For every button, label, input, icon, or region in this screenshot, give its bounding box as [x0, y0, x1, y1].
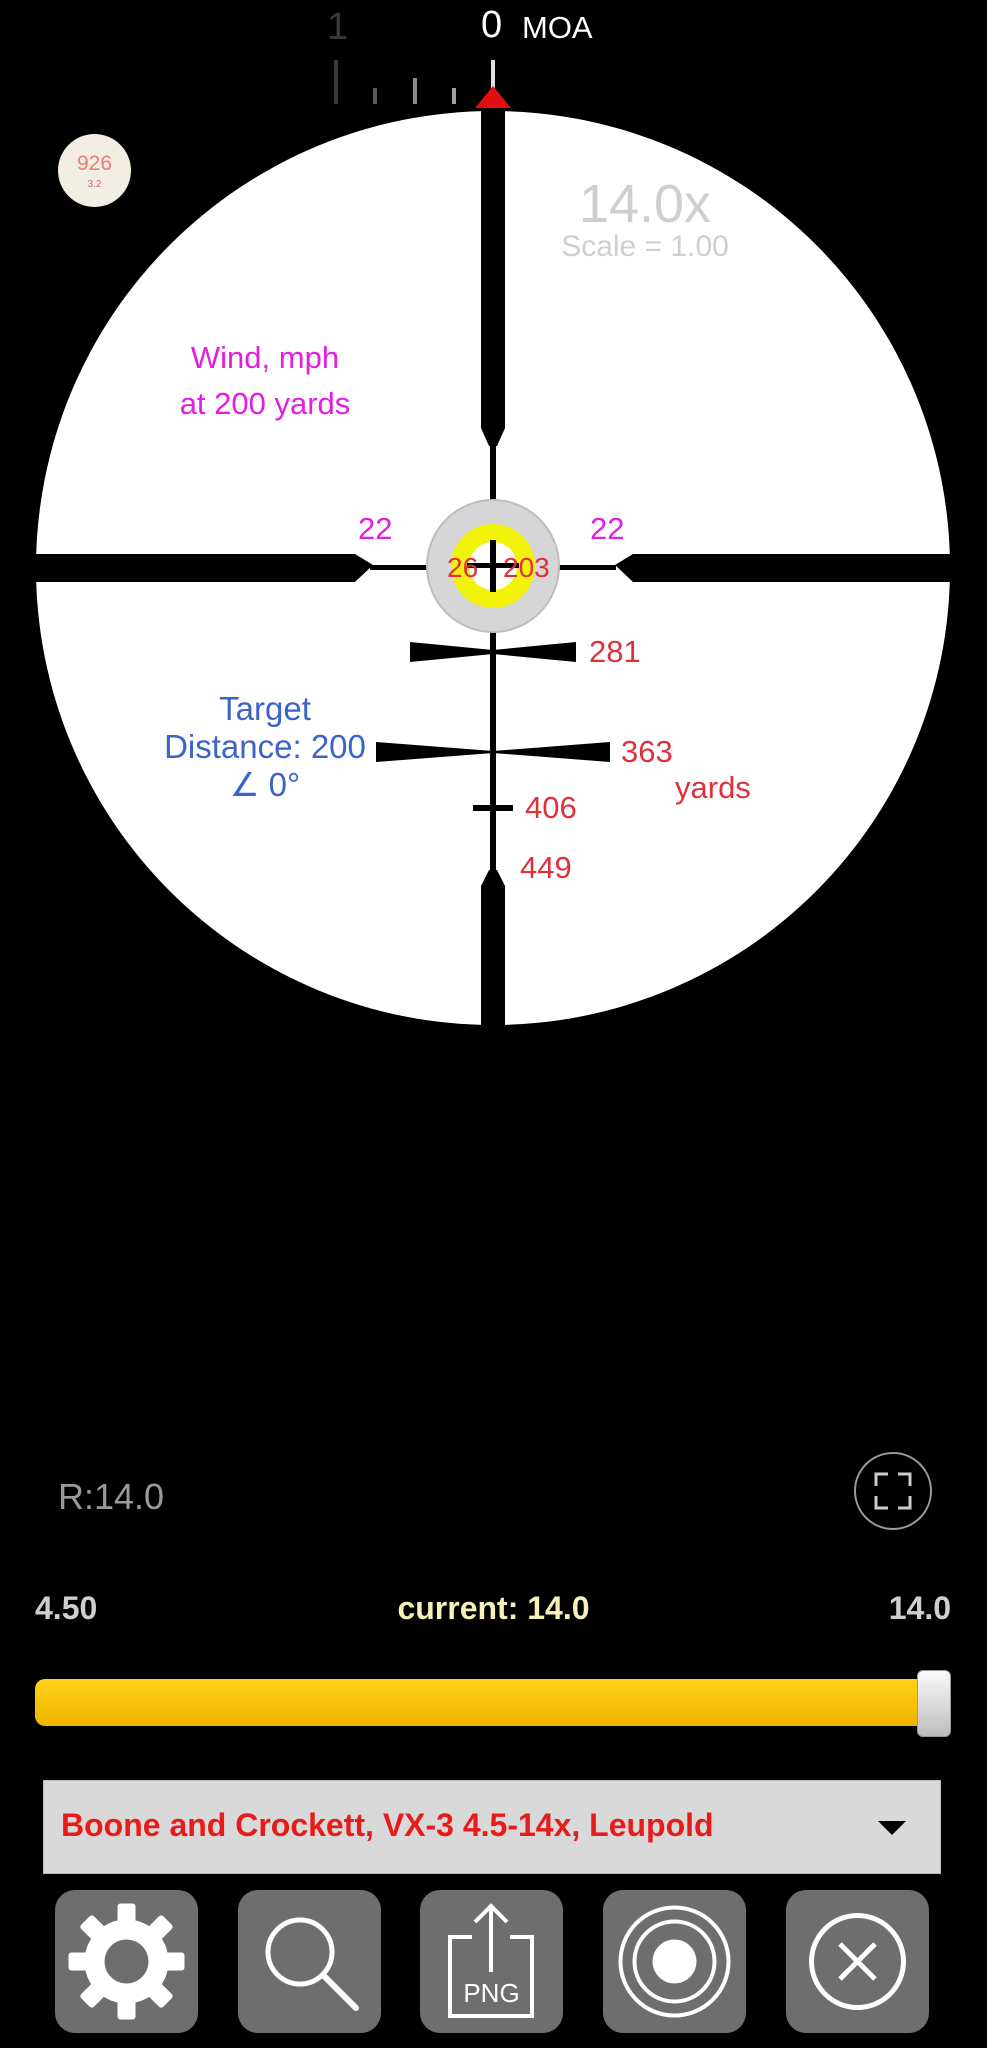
reticle-bottom-post [481, 870, 505, 1026]
target-title: Target [219, 690, 311, 727]
png-export-icon [448, 1903, 534, 2018]
scope-view[interactable]: 926 3.2 14.0x Scale = 1.00 Wind, mph at … [0, 0, 987, 1100]
drop-tick-406 [473, 805, 513, 811]
center-right-range: 203 [503, 552, 550, 583]
badge-primary: 926 [76, 152, 113, 175]
magnification-current: current: 14.0 [397, 1590, 590, 1626]
zoom-readout: 14.0x Scale = 1.00 [560, 176, 730, 262]
target-distance: Distance: 200 [164, 728, 366, 765]
wind-title: Wind, mph at 200 yards [150, 335, 380, 427]
close-icon [809, 1913, 906, 2010]
reticle-graphic [35, 110, 952, 1026]
range-449: 449 [520, 850, 572, 885]
range-363: 363 [621, 734, 673, 769]
fps-badge: 926 3.2 [58, 134, 131, 207]
search-button[interactable] [238, 1890, 381, 2033]
magnification-slider[interactable] [35, 1679, 951, 1726]
wind-title-line-2: at 200 yards [179, 386, 351, 421]
target-angle: ∠ 0° [229, 766, 301, 803]
gear-icon [68, 1903, 185, 2020]
wind-left-value: 22 [358, 511, 393, 546]
dropdown-arrow-icon [878, 1821, 906, 1835]
target-icon [618, 1905, 731, 2018]
png-label: PNG [463, 1978, 520, 2008]
badge-secondary: 3.2 [87, 179, 102, 190]
fullscreen-icon [874, 1472, 912, 1510]
wind-title-line-1: Wind, mph [190, 340, 340, 375]
fullscreen-button[interactable] [854, 1452, 932, 1530]
r-readout: R:14.0 [58, 1476, 165, 1517]
export-png-button[interactable]: PNG [420, 1890, 563, 2033]
wind-right-value: 22 [590, 511, 625, 546]
range-281: 281 [589, 634, 641, 669]
reticle-select[interactable]: Boone and Crockett, VX-3 4.5-14x, Leupol… [43, 1780, 941, 1874]
close-button[interactable] [786, 1890, 929, 2033]
range-406: 406 [525, 790, 577, 825]
reticle-left-post [35, 554, 373, 582]
magnification-slider-thumb[interactable] [917, 1670, 951, 1737]
target-button[interactable] [603, 1890, 746, 2033]
settings-button[interactable] [55, 1890, 198, 2033]
target-info: Target Distance: 200 ∠ 0° [150, 690, 380, 804]
zoom-level: 14.0x [578, 174, 712, 234]
scale-label: Scale = 1.00 [561, 230, 729, 263]
magnifier-icon [265, 1917, 359, 2011]
reticle-select-value: Boone and Crockett, VX-3 4.5-14x, Leupol… [61, 1807, 714, 1843]
magnification-max: 14.0 [888, 1590, 951, 1626]
reticle-right-post [615, 554, 952, 582]
center-left-range: 26 [447, 552, 479, 583]
reticle-top-post [481, 110, 505, 446]
yards-label: yards [675, 770, 751, 805]
